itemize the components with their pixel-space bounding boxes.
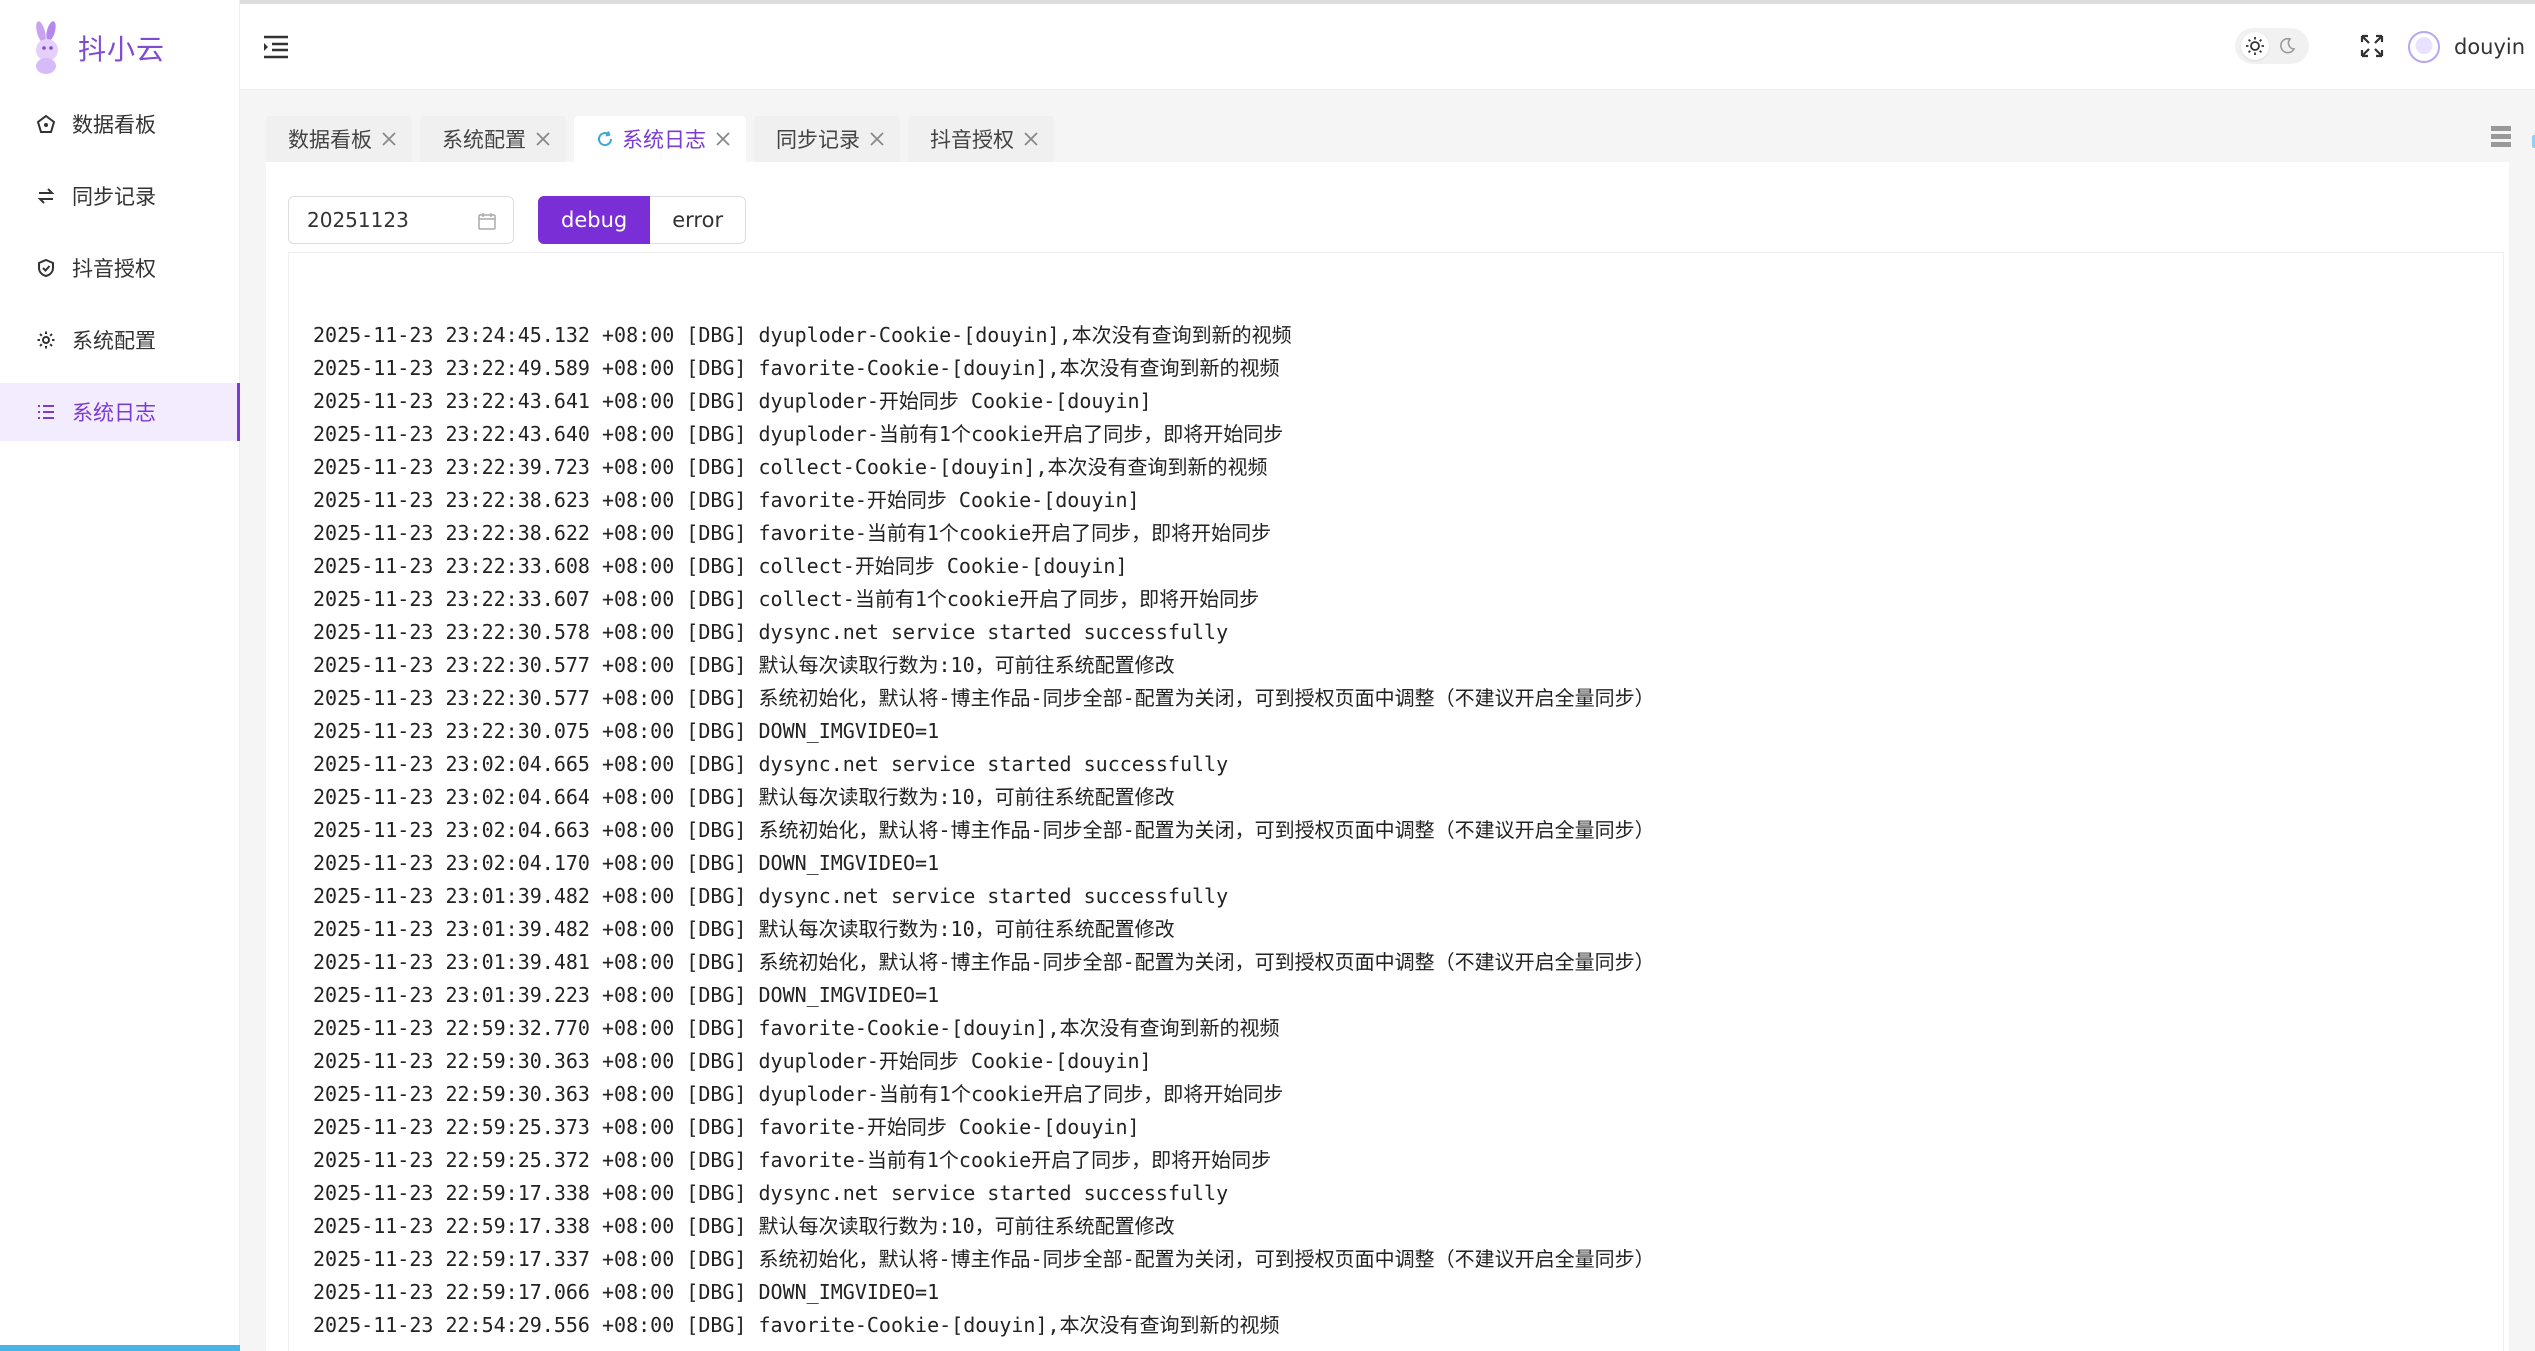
main-content: debug error 2025-11-23 23:24:45.132 +08:… (266, 162, 2509, 1351)
log-line: 2025-11-23 22:59:30.363 +08:00 [DBG] dyu… (313, 1049, 1152, 1073)
log-line: 2025-11-23 23:22:43.641 +08:00 [DBG] dyu… (313, 389, 1152, 413)
level-debug-button[interactable]: debug (538, 196, 651, 244)
layout-rows-icon[interactable] (2490, 124, 2512, 150)
refresh-icon[interactable] (596, 130, 614, 148)
tab-sync-records[interactable]: 同步记录 (754, 116, 900, 162)
calendar-icon[interactable] (477, 211, 497, 231)
log-line: 2025-11-23 22:59:17.337 +08:00 [DBG] 系统初… (313, 1247, 1655, 1271)
close-icon[interactable] (868, 130, 886, 148)
theme-toggle-knob (2241, 32, 2269, 60)
sidebar-item-label: 系统配置 (72, 329, 156, 353)
log-line: 2025-11-23 23:24:45.132 +08:00 [DBG] dyu… (313, 323, 1292, 347)
log-line: 2025-11-23 22:59:17.066 +08:00 [DBG] DOW… (313, 1280, 940, 1304)
sun-icon (2246, 37, 2264, 55)
log-line: 2025-11-23 23:02:04.665 +08:00 [DBG] dys… (313, 752, 1229, 776)
shield-icon (38, 258, 54, 278)
date-input[interactable] (305, 207, 469, 233)
page-tabs: 数据看板 系统配置 系统日志 同步记录 抖音授权 (266, 116, 1062, 162)
user-menu[interactable]: douyin (2408, 28, 2525, 66)
log-line: 2025-11-23 23:22:30.578 +08:00 [DBG] dys… (313, 620, 1229, 644)
menu-collapse-icon[interactable] (262, 34, 290, 60)
dashboard-icon (36, 114, 56, 133)
sidebar-item-system-log[interactable]: 系统日志 (0, 383, 240, 441)
log-line: 2025-11-23 23:22:43.640 +08:00 [DBG] dyu… (313, 422, 1284, 446)
tab-system-log[interactable]: 系统日志 (574, 116, 746, 162)
log-line: 2025-11-23 23:01:39.481 +08:00 [DBG] 系统初… (313, 950, 1655, 974)
brand-name: 抖小云 (78, 32, 166, 66)
sidebar-nav: 数据看板 同步记录 抖音授权 系统配置 系统日志 (0, 95, 240, 455)
tab-dashboard[interactable]: 数据看板 (266, 116, 412, 162)
log-line: 2025-11-23 23:22:30.577 +08:00 [DBG] 系统初… (313, 686, 1655, 710)
gear-icon (37, 331, 55, 349)
tab-tools (2472, 124, 2535, 150)
log-panel[interactable]: 2025-11-23 23:24:45.132 +08:00 [DBG] dyu… (288, 252, 2504, 1351)
sidebar-item-label: 同步记录 (72, 185, 156, 209)
sidebar-item-system-config[interactable]: 系统配置 (0, 311, 240, 369)
tab-label: 同步记录 (776, 128, 860, 152)
level-error-button[interactable]: error (650, 196, 747, 244)
theme-toggle[interactable] (2235, 28, 2309, 64)
tab-label: 系统配置 (442, 128, 526, 152)
tab-label: 系统日志 (622, 128, 706, 152)
log-line: 2025-11-23 23:01:39.482 +08:00 [DBG] 默认每… (313, 917, 1175, 941)
log-line: 2025-11-23 22:59:17.338 +08:00 [DBG] dys… (313, 1181, 1229, 1205)
sidebar-item-label: 数据看板 (72, 113, 156, 137)
log-line: 2025-11-23 23:22:33.608 +08:00 [DBG] col… (313, 554, 1128, 578)
sidebar-item-sync-records[interactable]: 同步记录 (0, 167, 240, 225)
log-level-group: debug error (538, 196, 747, 244)
sidebar-item-douyin-auth[interactable]: 抖音授权 (0, 239, 240, 297)
log-line: 2025-11-23 23:02:04.170 +08:00 [DBG] DOW… (313, 851, 940, 875)
log-line: 2025-11-23 22:59:30.363 +08:00 [DBG] dyu… (313, 1082, 1284, 1106)
close-icon[interactable] (380, 130, 398, 148)
username: douyin (2454, 35, 2526, 59)
lock-icon[interactable] (2530, 124, 2535, 150)
bunny-logo-icon (36, 21, 58, 74)
log-line: 2025-11-23 23:22:38.623 +08:00 [DBG] fav… (313, 488, 1140, 512)
log-line: 2025-11-23 23:22:33.607 +08:00 [DBG] col… (313, 587, 1260, 611)
close-icon[interactable] (534, 130, 552, 148)
log-line: 2025-11-23 22:59:25.372 +08:00 [DBG] fav… (313, 1148, 1272, 1172)
tab-label: 数据看板 (288, 128, 372, 152)
avatar (2408, 31, 2440, 63)
log-line: 2025-11-23 22:54:29.556 +08:00 [DBG] fav… (313, 1313, 1280, 1337)
tab-label: 抖音授权 (930, 128, 1014, 152)
log-line: 2025-11-23 22:59:17.338 +08:00 [DBG] 默认每… (313, 1214, 1175, 1238)
tab-douyin-auth[interactable]: 抖音授权 (908, 116, 1054, 162)
log-lines: 2025-11-23 23:24:45.132 +08:00 [DBG] dyu… (313, 319, 1655, 1342)
log-line: 2025-11-23 23:02:04.663 +08:00 [DBG] 系统初… (313, 818, 1655, 842)
sidebar-item-label: 系统日志 (72, 401, 156, 425)
sync-icon (37, 188, 55, 204)
list-icon (38, 405, 54, 419)
tab-system-config[interactable]: 系统配置 (420, 116, 566, 162)
moon-icon (2280, 37, 2296, 54)
log-line: 2025-11-23 22:59:25.373 +08:00 [DBG] fav… (313, 1115, 1140, 1139)
log-line: 2025-11-23 22:59:32.770 +08:00 [DBG] fav… (313, 1016, 1280, 1040)
sidebar-item-label: 抖音授权 (72, 257, 156, 281)
log-filters: debug error (288, 196, 747, 244)
top-header: douyin (240, 4, 2535, 90)
log-line: 2025-11-23 23:22:39.723 +08:00 [DBG] col… (313, 455, 1268, 479)
sidebar: 抖小云 数据看板 同步记录 抖音授权 系统配置 系统日志 (0, 0, 240, 1351)
close-icon[interactable] (1022, 130, 1040, 148)
sidebar-bottom-bar (0, 1345, 240, 1351)
log-line: 2025-11-23 23:22:30.075 +08:00 [DBG] DOW… (313, 719, 940, 743)
log-line: 2025-11-23 23:22:30.577 +08:00 [DBG] 默认每… (313, 653, 1175, 677)
close-icon[interactable] (714, 130, 732, 148)
date-picker[interactable] (288, 196, 514, 244)
log-line: 2025-11-23 23:02:04.664 +08:00 [DBG] 默认每… (313, 785, 1175, 809)
log-line: 2025-11-23 23:22:49.589 +08:00 [DBG] fav… (313, 356, 1280, 380)
app-root: 抖小云 数据看板 同步记录 抖音授权 系统配置 系统日志 douyin 数据看板… (0, 0, 2535, 1351)
fullscreen-icon[interactable] (2358, 32, 2386, 60)
log-line: 2025-11-23 23:01:39.482 +08:00 [DBG] dys… (313, 884, 1229, 908)
log-line: 2025-11-23 23:01:39.223 +08:00 [DBG] DOW… (313, 983, 940, 1007)
log-line: 2025-11-23 23:22:38.622 +08:00 [DBG] fav… (313, 521, 1272, 545)
brand[interactable]: 抖小云 (26, 20, 165, 75)
sidebar-item-dashboard[interactable]: 数据看板 (0, 95, 240, 153)
